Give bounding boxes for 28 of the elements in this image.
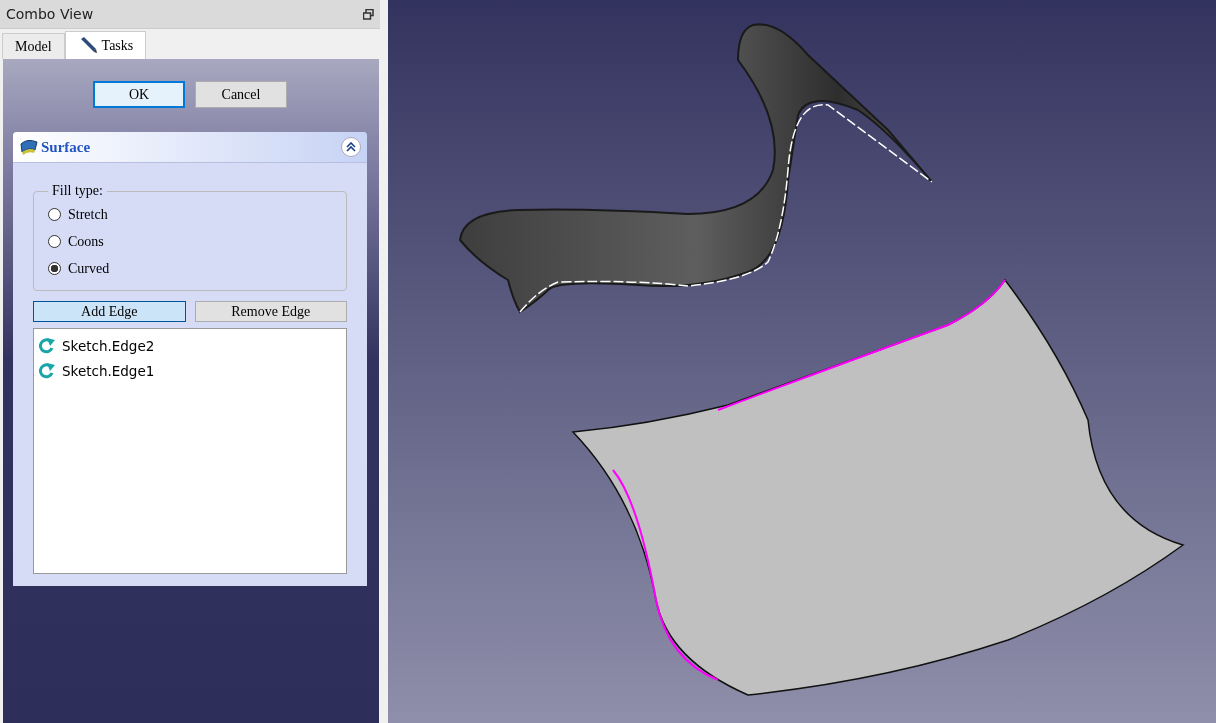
3d-viewport[interactable] [388, 0, 1216, 723]
double-chevron-icon [346, 142, 356, 152]
surface-sheet-drawing[interactable] [572, 279, 1184, 696]
tab[interactable]: Model [2, 33, 65, 59]
remove-edge-button[interactable]: Remove Edge [194, 301, 347, 322]
window-title: Combo View [6, 6, 94, 22]
radio-button[interactable] [48, 262, 61, 275]
radio-button[interactable] [48, 208, 61, 221]
ok-button[interactable]: OK [93, 81, 185, 108]
radio-label: Coons [68, 233, 104, 250]
radio-button[interactable] [48, 235, 61, 248]
surface-icon [19, 138, 39, 156]
radio-option[interactable]: Coons [48, 228, 334, 255]
radio-option[interactable]: Curved [48, 255, 334, 282]
radio-label: Curved [68, 260, 110, 277]
cancel-button[interactable]: Cancel [195, 81, 287, 108]
undock-icon[interactable] [363, 8, 374, 20]
curved-arrow-icon [38, 337, 56, 354]
list-item[interactable]: Sketch.Edge1 [62, 362, 155, 379]
tab[interactable]: Tasks [64, 31, 147, 59]
list-item[interactable]: Sketch.Edge2 [62, 337, 155, 354]
radio-label: Stretch [68, 206, 108, 223]
radio-option[interactable]: Stretch [48, 201, 334, 228]
collapse-button[interactable] [341, 137, 361, 157]
panel-title: Surface [41, 138, 92, 156]
curved-arrow-icon [38, 362, 56, 379]
group-legend: Fill type: [48, 183, 107, 199]
add-edge-button[interactable]: Add Edge [33, 301, 186, 322]
